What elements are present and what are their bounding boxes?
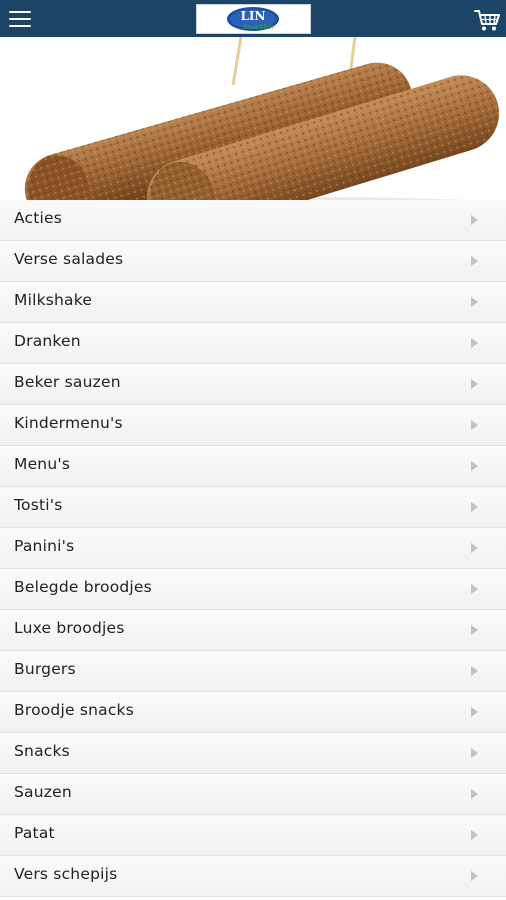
category-label: Verse salades <box>14 250 124 268</box>
category-label: Snacks <box>14 742 70 760</box>
hamburger-menu-icon[interactable] <box>9 9 31 29</box>
chevron-right-icon <box>471 707 478 717</box>
category-label: Kindermenu's <box>14 414 123 432</box>
chevron-right-icon <box>471 215 478 225</box>
category-item[interactable]: Belegde broodjes <box>0 569 506 610</box>
chevron-right-icon <box>471 625 478 635</box>
category-item[interactable]: Milkshake <box>0 282 506 323</box>
logo-emblem: LIN Snackbar <box>227 7 279 31</box>
shopping-cart-icon[interactable] <box>473 7 501 33</box>
logo-subtext: Snackbar <box>243 23 275 31</box>
chevron-right-icon <box>471 379 478 389</box>
category-item[interactable]: Kindermenu's <box>0 405 506 446</box>
chevron-right-icon <box>471 543 478 553</box>
category-label: Luxe broodjes <box>14 619 125 637</box>
logo-text: LIN <box>240 9 265 23</box>
category-item[interactable]: Acties <box>0 200 506 241</box>
chevron-right-icon <box>471 789 478 799</box>
chevron-right-icon <box>471 584 478 594</box>
chevron-right-icon <box>471 830 478 840</box>
croquette-snack-picture <box>0 37 506 214</box>
brand-logo[interactable]: LIN Snackbar <box>196 4 311 34</box>
category-item[interactable]: Panini's <box>0 528 506 569</box>
category-item[interactable]: Beker sauzen <box>0 364 506 405</box>
category-item[interactable]: Burgers <box>0 651 506 692</box>
chevron-right-icon <box>471 461 478 471</box>
category-item[interactable]: Sauzen <box>0 774 506 815</box>
chevron-right-icon <box>471 748 478 758</box>
category-item[interactable]: Verse salades <box>0 241 506 282</box>
category-label: Menu's <box>14 455 71 473</box>
category-item[interactable]: Menu's <box>0 446 506 487</box>
category-label: Panini's <box>14 537 75 555</box>
category-item[interactable]: Broodje snacks <box>0 692 506 733</box>
category-list: Acties Verse salades Milkshake Dranken Beker… <box>0 200 506 897</box>
category-label: Dranken <box>14 332 81 350</box>
category-item[interactable]: Vers schepijs <box>0 856 506 897</box>
category-label: Sauzen <box>14 783 72 801</box>
category-label: Tosti's <box>14 496 63 514</box>
top-app-bar: LIN Snackbar <box>0 0 506 37</box>
hero-banner-image <box>0 37 506 214</box>
category-item[interactable]: Patat <box>0 815 506 856</box>
chevron-right-icon <box>471 871 478 881</box>
category-label: Beker sauzen <box>14 373 121 391</box>
category-label: Acties <box>14 209 63 227</box>
category-label: Broodje snacks <box>14 701 135 719</box>
category-label: Belegde broodjes <box>14 578 152 596</box>
category-label: Vers schepijs <box>14 865 118 883</box>
chevron-right-icon <box>471 338 478 348</box>
category-item[interactable]: Dranken <box>0 323 506 364</box>
chevron-right-icon <box>471 297 478 307</box>
category-item[interactable]: Luxe broodjes <box>0 610 506 651</box>
category-item[interactable]: Tosti's <box>0 487 506 528</box>
chevron-right-icon <box>471 502 478 512</box>
chevron-right-icon <box>471 666 478 676</box>
chevron-right-icon <box>471 420 478 430</box>
chevron-right-icon <box>471 256 478 266</box>
category-label: Burgers <box>14 660 76 678</box>
category-label: Milkshake <box>14 291 93 309</box>
category-label: Patat <box>14 824 55 842</box>
category-item[interactable]: Snacks <box>0 733 506 774</box>
